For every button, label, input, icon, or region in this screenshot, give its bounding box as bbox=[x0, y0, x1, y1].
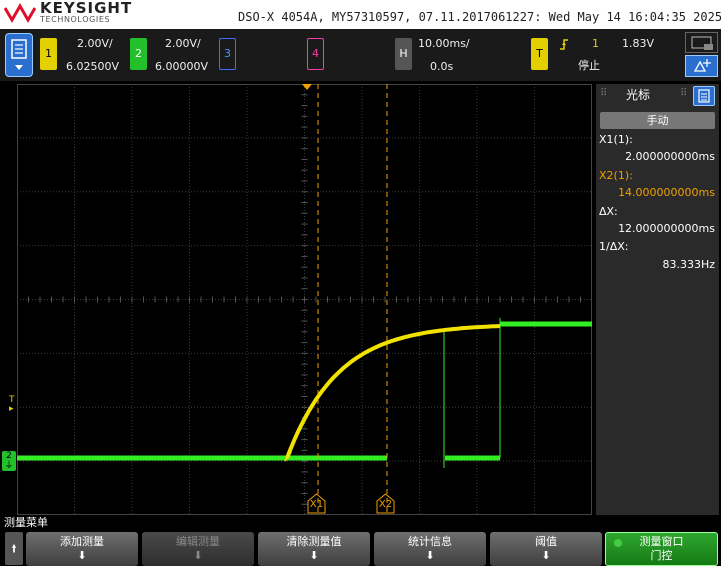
rising-edge-icon bbox=[559, 38, 569, 54]
device-info: DSO-X 4054A, MY57310597, 07.11.201706122… bbox=[238, 10, 721, 24]
x2-label: X2(1): bbox=[599, 169, 633, 182]
down-arrow-icon: ⬇ bbox=[77, 549, 87, 562]
menu-icon bbox=[11, 39, 27, 70]
channel-1-offset: 6.02500V bbox=[66, 60, 120, 73]
panel-menu-button[interactable] bbox=[693, 86, 715, 106]
horizontal-delay: 0.0s bbox=[430, 60, 454, 73]
up-arrow-icon: 🠙 bbox=[11, 542, 17, 555]
back-button[interactable]: 🠙 bbox=[5, 532, 23, 565]
measurement-window-gating-button[interactable]: 测量窗口 门控 bbox=[605, 532, 718, 566]
cursor-mode-button[interactable]: 手动 bbox=[600, 112, 715, 129]
channel-1-trace bbox=[285, 324, 501, 459]
trigger-position-marker bbox=[302, 84, 312, 90]
zoom-window-icon bbox=[691, 36, 713, 50]
cursor-delta-button[interactable] bbox=[685, 55, 718, 77]
delta-cursor-icon bbox=[693, 59, 711, 72]
delta-x-label: ΔX: bbox=[599, 205, 618, 218]
down-arrow-icon: ⬇ bbox=[425, 549, 435, 562]
channel-2-button[interactable]: 2 bbox=[130, 38, 147, 70]
cursor-x1-tag-label: X1 bbox=[309, 499, 324, 510]
softkey-menu-title: 测量菜单 bbox=[4, 516, 48, 529]
softkey-label: 阈值 bbox=[535, 535, 557, 548]
cursor-x2-tag-label: X2 bbox=[378, 499, 393, 510]
brand-name: KEYSIGHT bbox=[40, 0, 133, 17]
x2-value: 14.000000000ms bbox=[618, 186, 715, 199]
clear-measurements-button[interactable]: 清除测量值 ⬇ bbox=[258, 532, 370, 566]
x1-label: X1(1): bbox=[599, 133, 633, 146]
channel-1-scale: 2.00V/ bbox=[77, 37, 113, 50]
waveform-display[interactable] bbox=[17, 84, 592, 515]
edit-measurement-button[interactable]: 编辑测量 ⬇ bbox=[142, 532, 254, 566]
down-arrow-icon: ⬇ bbox=[309, 549, 319, 562]
waveform-grid bbox=[17, 84, 592, 515]
trigger-button[interactable]: T bbox=[531, 38, 548, 70]
trigger-level-marker[interactable]: T ▸ bbox=[9, 396, 15, 414]
channel-3-button[interactable]: 3 bbox=[219, 38, 236, 70]
list-icon bbox=[698, 89, 710, 103]
brand-subtitle: TECHNOLOGIES bbox=[40, 15, 111, 24]
horizontal-button[interactable]: H bbox=[395, 38, 412, 70]
cursor-x2-tag[interactable]: X2 bbox=[376, 493, 395, 514]
main-menu-button[interactable] bbox=[5, 33, 33, 77]
channel-2-ground-marker-label: 2 bbox=[6, 451, 12, 461]
softkey-label: 测量窗口 bbox=[639, 535, 684, 548]
channel-2-offset: 6.00000V bbox=[155, 60, 209, 73]
delta-x-value: 12.000000000ms bbox=[618, 222, 715, 235]
x1-value: 2.000000000ms bbox=[625, 150, 715, 163]
statistics-button[interactable]: 统计信息 ⬇ bbox=[374, 532, 486, 566]
control-bar: 1 2.00V/ 6.02500V 2 2.00V/ 6.00000V 3 4 … bbox=[0, 29, 721, 81]
horizontal-scale: 10.00ms/ bbox=[418, 37, 470, 50]
inverse-delta-x-label: 1/ΔX: bbox=[599, 240, 629, 253]
trigger-level: 1.83V bbox=[622, 37, 655, 50]
selection-indicator-icon bbox=[614, 539, 622, 547]
drag-handle-icon[interactable]: ⠿ bbox=[680, 88, 687, 99]
thresholds-button[interactable]: 阈值 ⬇ bbox=[490, 532, 602, 566]
channel-1-button[interactable]: 1 bbox=[40, 38, 57, 70]
down-arrow-icon: ⬇ bbox=[541, 549, 551, 562]
cursors-panel: ⠿ 光标 ⠿ 手动 X1(1): 2.000000000ms X2(1): 14… bbox=[596, 84, 719, 515]
zoom-button[interactable] bbox=[685, 32, 718, 53]
softkey-label: 清除测量值 bbox=[286, 535, 342, 548]
cursors-panel-title: 光标 bbox=[625, 88, 650, 102]
channel-2-ground-marker[interactable]: 2 ⏚ bbox=[2, 451, 16, 471]
title-bar: KEYSIGHT TECHNOLOGIES DSO-X 4054A, MY573… bbox=[0, 0, 721, 29]
add-measurement-button[interactable]: 添加测量 ⬇ bbox=[26, 532, 138, 566]
acquisition-status: 停止 bbox=[578, 59, 600, 72]
channel-2-scale: 2.00V/ bbox=[165, 37, 201, 50]
trigger-source: 1 bbox=[592, 37, 599, 50]
inverse-delta-x-value: 83.333Hz bbox=[662, 258, 715, 271]
down-arrow-icon: ⬇ bbox=[193, 549, 203, 562]
keysight-logo-icon bbox=[4, 2, 36, 23]
softkey-label: 编辑测量 bbox=[176, 535, 220, 548]
softkey-sublabel: 门控 bbox=[650, 549, 673, 562]
channel-4-button[interactable]: 4 bbox=[307, 38, 324, 70]
softkey-label: 添加测量 bbox=[60, 535, 104, 548]
softkey-bar: 🠙 添加测量 ⬇ 编辑测量 ⬇ 清除测量值 ⬇ 统计信息 ⬇ 阈值 ⬇ 测量窗口… bbox=[0, 531, 721, 566]
softkey-label: 统计信息 bbox=[408, 535, 452, 548]
trigger-level-marker-label: T bbox=[9, 395, 15, 405]
cursor-x1-tag[interactable]: X1 bbox=[307, 493, 326, 514]
